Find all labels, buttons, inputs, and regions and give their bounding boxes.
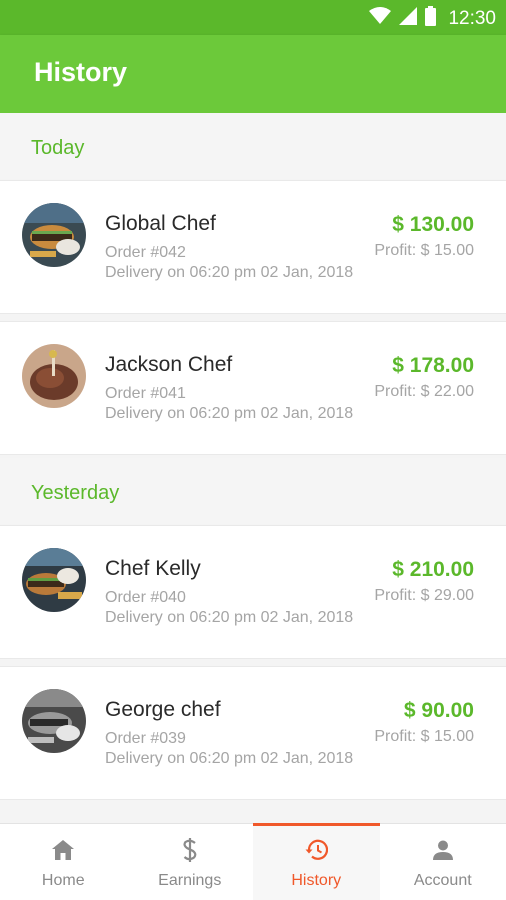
- nav-item-home[interactable]: Home: [0, 824, 127, 900]
- order-card[interactable]: Global Chef Order #042 Delivery on 06:20…: [0, 180, 506, 314]
- order-profit: Profit: $ 29.00: [374, 587, 474, 604]
- nav-item-account[interactable]: Account: [380, 824, 506, 900]
- order-profit: Profit: $ 22.00: [374, 383, 474, 400]
- delivery-time: Delivery on 06:20 pm 02 Jan, 2018: [105, 405, 354, 422]
- chef-name: Jackson Chef: [105, 353, 233, 376]
- order-price: $ 130.00: [392, 213, 474, 236]
- wifi-icon: [369, 7, 392, 30]
- delivery-time: Delivery on 06:20 pm 02 Jan, 2018: [105, 264, 354, 281]
- status-icons: 12:30: [369, 6, 496, 31]
- avatar: [22, 344, 86, 408]
- nav-item-history[interactable]: History: [253, 823, 380, 900]
- section-header-today: Today: [0, 113, 506, 179]
- chef-name: Chef Kelly: [105, 557, 201, 580]
- status-bar: 12:30: [0, 0, 506, 35]
- order-card[interactable]: George chef Order #039 Delivery on 06:20…: [0, 666, 506, 800]
- avatar: [22, 689, 86, 753]
- section-header-yesterday: Yesterday: [0, 458, 506, 524]
- nav-label: Account: [413, 872, 472, 889]
- battery-icon: [425, 6, 437, 31]
- order-price: $ 178.00: [392, 354, 474, 377]
- account-icon: [431, 838, 455, 862]
- nav-label: Earnings: [158, 872, 222, 889]
- order-number: Order #041: [105, 385, 186, 402]
- chef-name: George chef: [105, 698, 221, 721]
- delivery-time: Delivery on 06:20 pm 02 Jan, 2018: [105, 750, 354, 767]
- nav-label: Home: [41, 872, 85, 889]
- bottom-nav: Home Earnings History Account: [0, 823, 506, 900]
- section-label: Yesterday: [31, 482, 120, 504]
- section-label: Today: [31, 137, 85, 159]
- order-number: Order #042: [105, 244, 186, 261]
- signal-icon: [399, 7, 418, 30]
- history-icon: [304, 838, 329, 862]
- avatar: [22, 203, 86, 267]
- order-number: Order #040: [105, 589, 186, 606]
- status-time: 12:30: [448, 7, 496, 29]
- dollar-icon: [178, 838, 202, 862]
- home-icon: [51, 838, 75, 862]
- nav-label: History: [291, 872, 342, 889]
- order-price: $ 210.00: [392, 558, 474, 581]
- order-profit: Profit: $ 15.00: [374, 242, 474, 259]
- chef-name: Global Chef: [105, 212, 216, 235]
- delivery-time: Delivery on 06:20 pm 02 Jan, 2018: [105, 609, 354, 626]
- order-card[interactable]: Chef Kelly Order #040 Delivery on 06:20 …: [0, 525, 506, 659]
- order-card[interactable]: Jackson Chef Order #041 Delivery on 06:2…: [0, 321, 506, 455]
- app-bar: History: [0, 35, 506, 113]
- avatar: [22, 548, 86, 612]
- page-title: History: [34, 57, 128, 87]
- order-profit: Profit: $ 15.00: [374, 728, 474, 745]
- order-price: $ 90.00: [403, 699, 474, 722]
- nav-item-earnings[interactable]: Earnings: [127, 824, 254, 900]
- order-number: Order #039: [105, 730, 186, 747]
